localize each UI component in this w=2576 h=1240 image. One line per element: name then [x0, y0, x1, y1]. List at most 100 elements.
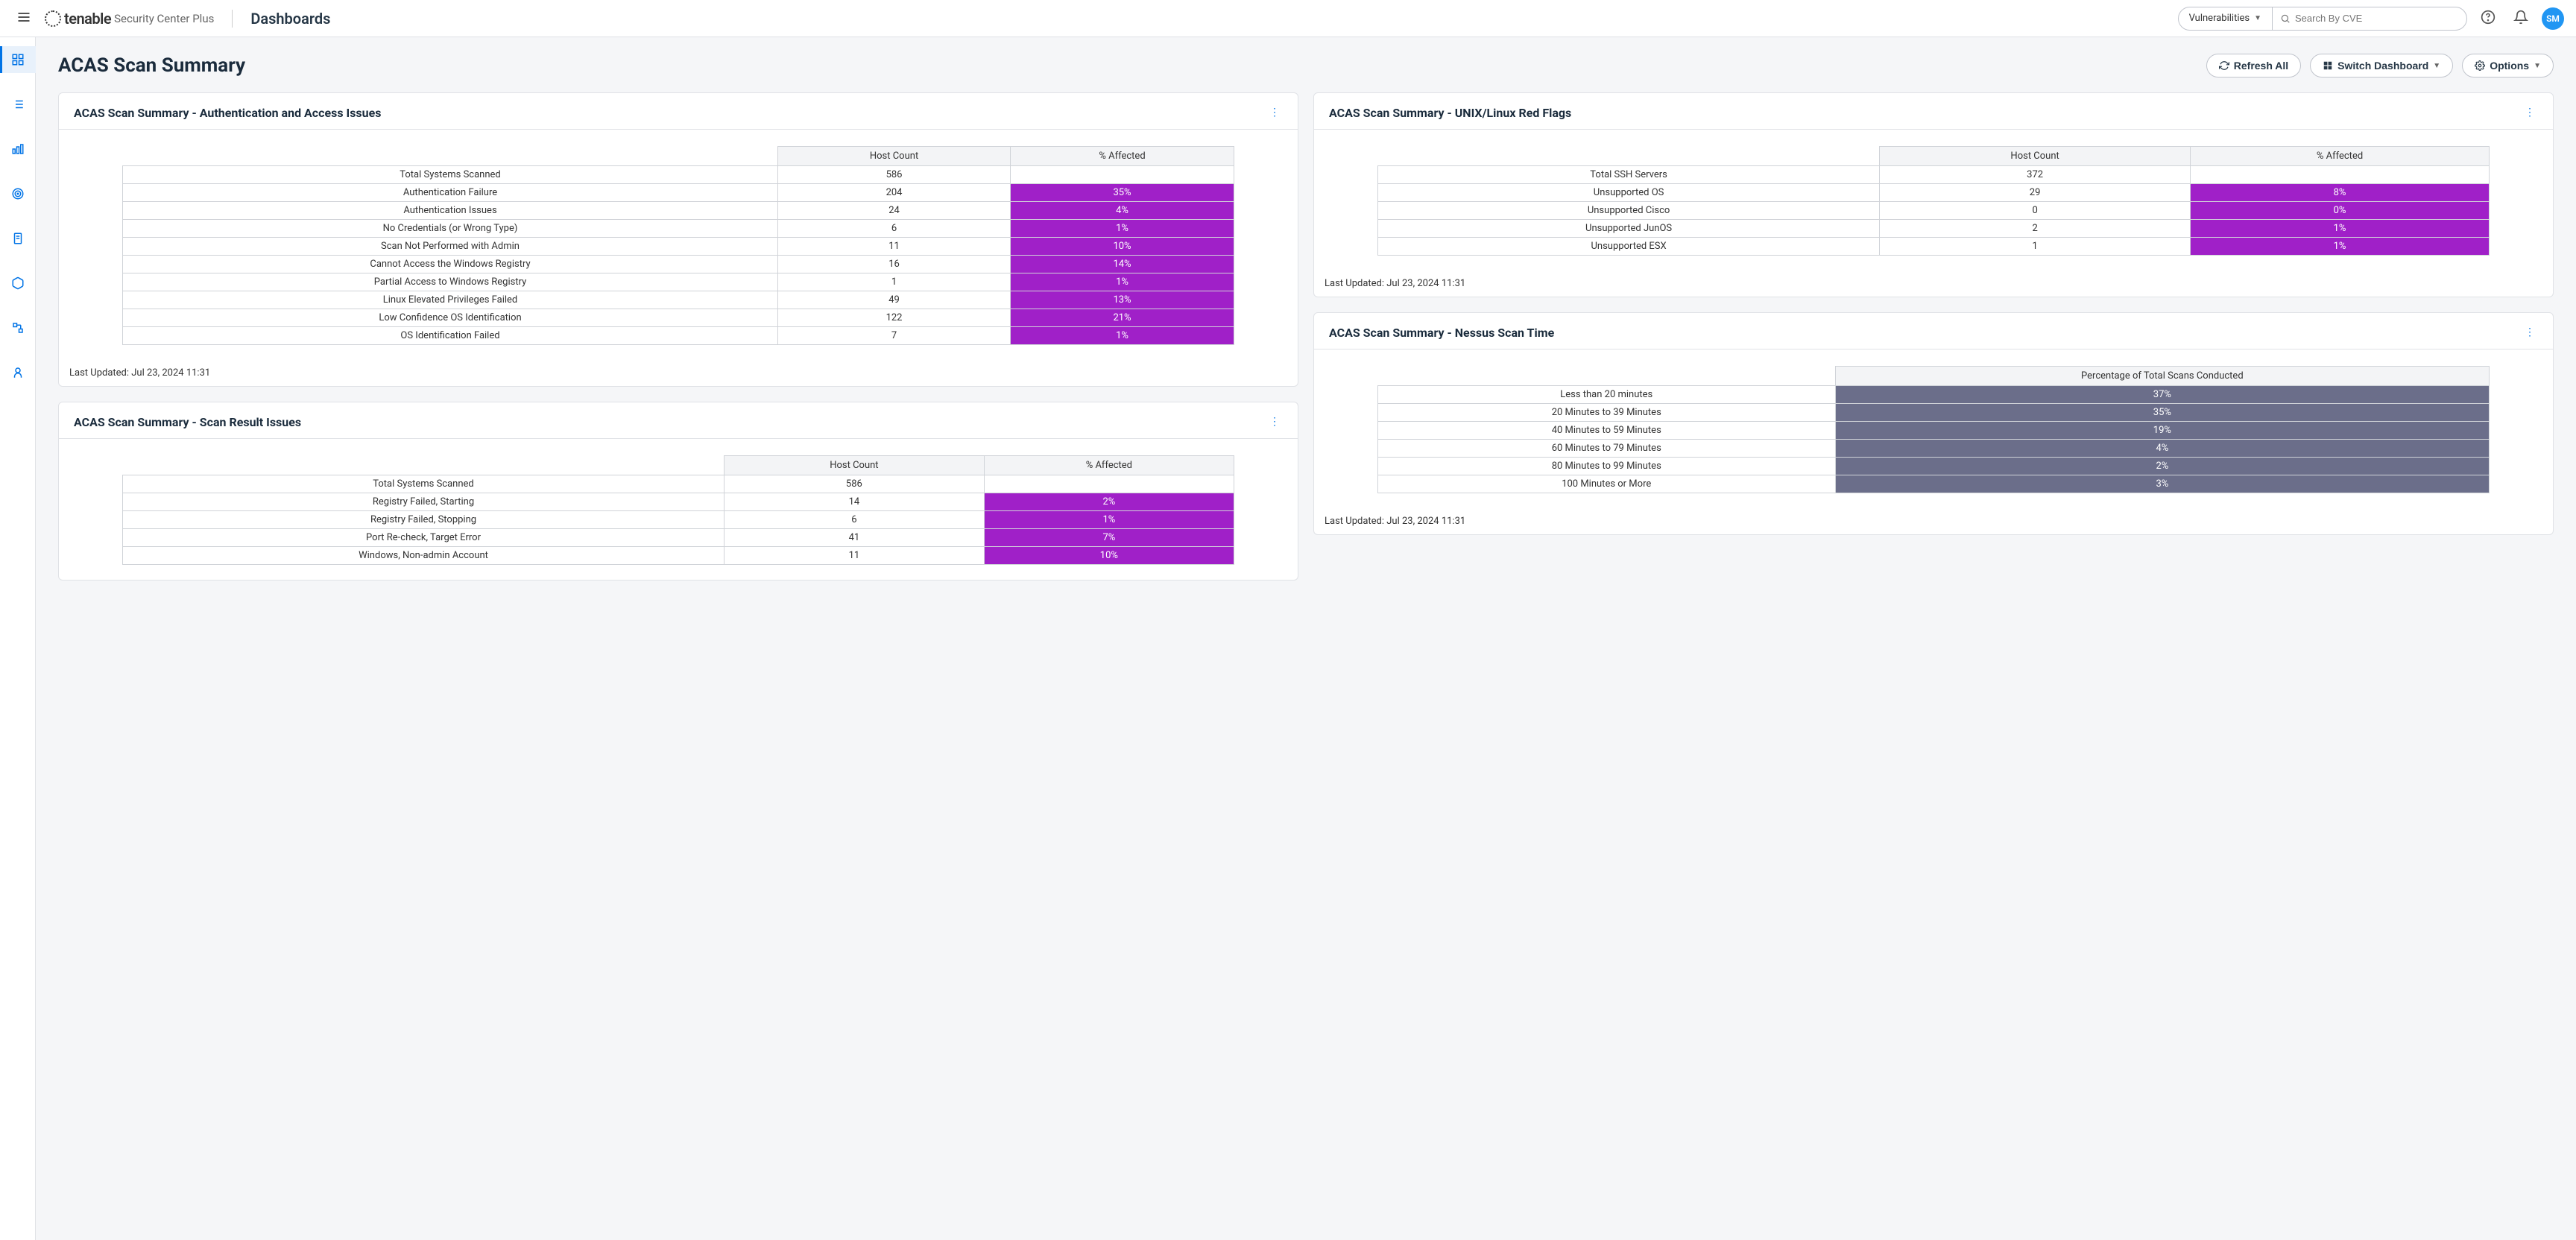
sidebar-item-target[interactable]: [0, 180, 36, 207]
sidebar-item-reports[interactable]: [0, 225, 36, 252]
row-count: 6: [724, 511, 984, 529]
row-count: 1: [1880, 238, 2191, 256]
row-pct: 1%: [2190, 238, 2489, 256]
row-pct: 2%: [1835, 458, 2490, 475]
search-dropdown-label: Vulnerabilities: [2189, 13, 2250, 24]
sidebar-item-assets[interactable]: [0, 270, 36, 297]
notifications-button[interactable]: [2509, 5, 2533, 32]
row-count: 49: [778, 291, 1011, 309]
row-label: Total Systems Scanned: [122, 166, 777, 184]
row-pct: 4%: [1010, 202, 1234, 220]
row-pct: 1%: [2190, 220, 2489, 238]
row-pct: 0%: [2190, 202, 2489, 220]
panel-title: ACAS Scan Summary - Nessus Scan Time: [1329, 326, 1554, 340]
panel-footer: Last Updated: Jul 23, 2024 11:31: [1314, 271, 2553, 297]
search-category-dropdown[interactable]: Vulnerabilities ▼: [2179, 7, 2273, 30]
row-label: Unsupported OS: [1377, 184, 1879, 202]
row-label: 80 Minutes to 99 Minutes: [1377, 458, 1835, 475]
table-row[interactable]: OS Identification Failed71%: [122, 327, 1234, 345]
chevron-down-icon: ▼: [2433, 62, 2440, 70]
tenable-circle-icon: [45, 10, 61, 27]
row-label: Windows, Non-admin Account: [122, 547, 724, 565]
row-count: 24: [778, 202, 1011, 220]
table-row[interactable]: Low Confidence OS Identification12221%: [122, 309, 1234, 327]
row-pct: 14%: [1010, 256, 1234, 273]
panel-unix-flags: ACAS Scan Summary - UNIX/Linux Red Flags…: [1313, 92, 2554, 297]
table-row[interactable]: 80 Minutes to 99 Minutes2%: [1377, 458, 2489, 475]
panel-title: ACAS Scan Summary - Scan Result Issues: [74, 415, 301, 429]
brand-name: tenable: [64, 10, 111, 28]
row-label: Low Confidence OS Identification: [122, 309, 777, 327]
row-label: 60 Minutes to 79 Minutes: [1377, 440, 1835, 458]
row-count: 29: [1880, 184, 2191, 202]
table-row[interactable]: Unsupported JunOS21%: [1377, 220, 2489, 238]
table-row[interactable]: Partial Access to Windows Registry11%: [122, 273, 1234, 291]
table-row[interactable]: Unsupported ESX11%: [1377, 238, 2489, 256]
switch-dashboard-button[interactable]: Switch Dashboard ▼: [2310, 54, 2453, 78]
table-row[interactable]: Windows, Non-admin Account1110%: [122, 547, 1234, 565]
brand-logo[interactable]: tenable Security Center Plus: [45, 10, 214, 28]
sidebar-item-list[interactable]: [0, 91, 36, 118]
row-pct: 3%: [1835, 475, 2490, 493]
row-count: 7: [778, 327, 1011, 345]
table-row[interactable]: 60 Minutes to 79 Minutes4%: [1377, 440, 2489, 458]
row-count: 0: [1880, 202, 2191, 220]
row-label: 100 Minutes or More: [1377, 475, 1835, 493]
row-count: 204: [778, 184, 1011, 202]
brand-suffix: Security Center Plus: [114, 12, 214, 25]
table-row[interactable]: 20 Minutes to 39 Minutes35%: [1377, 404, 2489, 422]
panel-title: ACAS Scan Summary - Authentication and A…: [74, 106, 381, 120]
col-pct-scans: Percentage of Total Scans Conducted: [1835, 367, 2490, 386]
options-button[interactable]: Options ▼: [2462, 54, 2554, 78]
table-row[interactable]: Cannot Access the Windows Registry1614%: [122, 256, 1234, 273]
sidebar-item-workflow[interactable]: [0, 314, 36, 341]
table-row[interactable]: Port Re-check, Target Error417%: [122, 529, 1234, 547]
refresh-all-button[interactable]: Refresh All: [2206, 54, 2301, 78]
table-row[interactable]: Less than 20 minutes37%: [1377, 386, 2489, 404]
table-row[interactable]: Total SSH Servers372: [1377, 166, 2489, 184]
table-row[interactable]: Authentication Failure20435%: [122, 184, 1234, 202]
panel-menu-button[interactable]: ⋮: [2522, 104, 2538, 121]
table-row[interactable]: Total Systems Scanned586: [122, 475, 1234, 493]
row-pct: 1%: [984, 511, 1234, 529]
section-title: Dashboards: [250, 10, 330, 28]
table-row[interactable]: 40 Minutes to 59 Minutes19%: [1377, 422, 2489, 440]
table-row[interactable]: Unsupported Cisco00%: [1377, 202, 2489, 220]
user-avatar[interactable]: SM: [2542, 7, 2564, 30]
row-label: Total SSH Servers: [1377, 166, 1879, 184]
row-pct: 21%: [1010, 309, 1234, 327]
unix-table: Host Count % Affected Total SSH Servers3…: [1377, 146, 2490, 256]
table-row[interactable]: Registry Failed, Stopping61%: [122, 511, 1234, 529]
table-row[interactable]: Total Systems Scanned586: [122, 166, 1234, 184]
hamburger-menu-button[interactable]: [12, 5, 36, 32]
col-host-count: Host Count: [778, 147, 1011, 166]
table-row[interactable]: Registry Failed, Starting142%: [122, 493, 1234, 511]
table-row[interactable]: Linux Elevated Privileges Failed4913%: [122, 291, 1234, 309]
row-pct: [984, 475, 1234, 493]
row-label: Port Re-check, Target Error: [122, 529, 724, 547]
panel-menu-button[interactable]: ⋮: [2522, 323, 2538, 341]
sidebar-item-analytics[interactable]: [0, 136, 36, 162]
row-count: 14: [724, 493, 984, 511]
row-label: Less than 20 minutes: [1377, 386, 1835, 404]
panel-footer: Last Updated: Jul 23, 2024 11:31: [1314, 508, 2553, 534]
row-pct: 19%: [1835, 422, 2490, 440]
table-row[interactable]: Authentication Issues244%: [122, 202, 1234, 220]
table-row[interactable]: Scan Not Performed with Admin1110%: [122, 238, 1234, 256]
panel-menu-button[interactable]: ⋮: [1266, 413, 1283, 431]
table-row[interactable]: Unsupported OS298%: [1377, 184, 2489, 202]
search-input[interactable]: [2295, 13, 2459, 24]
sidebar-item-dashboards[interactable]: [0, 46, 36, 73]
table-row[interactable]: 100 Minutes or More3%: [1377, 475, 2489, 493]
scan-results-table: Host Count % Affected Total Systems Scan…: [122, 455, 1234, 565]
row-label: Partial Access to Windows Registry: [122, 273, 777, 291]
panel-menu-button[interactable]: ⋮: [1266, 104, 1283, 121]
sidebar-item-users[interactable]: [0, 359, 36, 386]
search-icon: [2280, 13, 2291, 24]
table-row[interactable]: No Credentials (or Wrong Type)61%: [122, 220, 1234, 238]
help-button[interactable]: [2476, 5, 2500, 32]
row-count: 16: [778, 256, 1011, 273]
panel-scan-results: ACAS Scan Summary - Scan Result Issues ⋮…: [58, 402, 1298, 581]
row-count: 1: [778, 273, 1011, 291]
header-divider: [232, 10, 233, 28]
